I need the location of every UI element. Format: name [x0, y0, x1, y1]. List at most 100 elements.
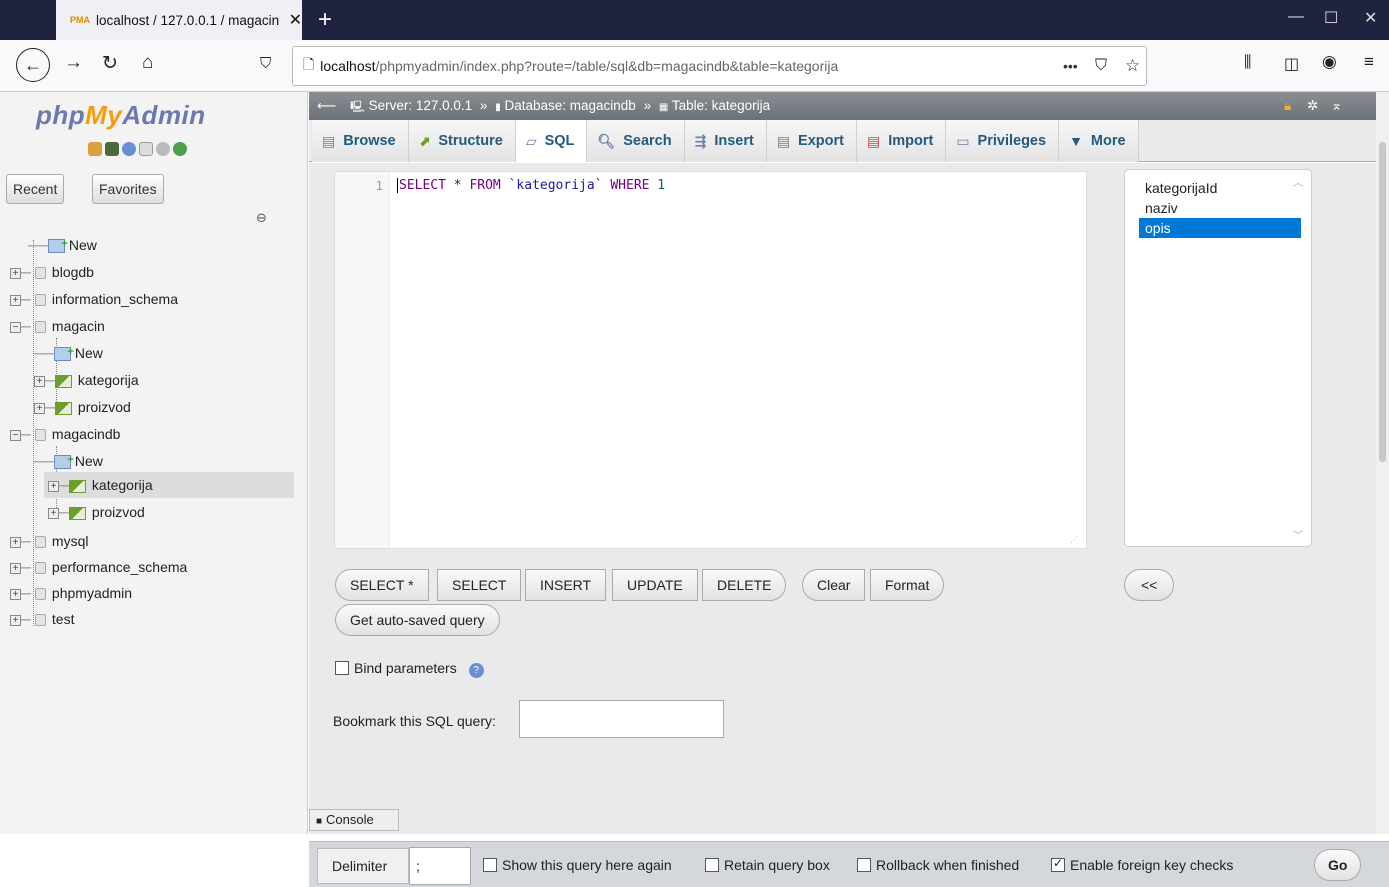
- expand-icon[interactable]: +: [34, 375, 45, 387]
- tree-item-phpmyadmin[interactable]: + ─ phpmyadmin: [10, 580, 132, 606]
- library-icon[interactable]: ⫼: [1244, 54, 1251, 72]
- scroll-down-icon[interactable]: ﹀: [1293, 527, 1303, 542]
- expand-icon[interactable]: +: [48, 480, 59, 492]
- exit-icon[interactable]: [105, 142, 119, 156]
- bookmark-input[interactable]: [519, 700, 724, 738]
- bookmark-star-icon[interactable]: ☆: [1125, 56, 1140, 76]
- tree-item-magacindb-kategorija[interactable]: + ─ kategorija: [44, 472, 294, 498]
- tab-more[interactable]: ▼ More: [1059, 120, 1139, 162]
- help-icon[interactable]: ?: [468, 663, 484, 678]
- expand-icon[interactable]: +: [48, 507, 59, 519]
- show-query-again-option[interactable]: Show this query here again: [483, 857, 672, 873]
- browser-tab[interactable]: PMA localhost / 127.0.0.1 / magacin ✕: [56, 0, 302, 40]
- clear-button[interactable]: Clear: [802, 569, 866, 601]
- menu-icon[interactable]: ≡: [1364, 52, 1374, 72]
- forward-button[interactable]: →: [64, 52, 83, 74]
- settings-icon[interactable]: [156, 142, 170, 156]
- expand-icon[interactable]: +: [10, 294, 21, 306]
- console-toggle[interactable]: ■ Console: [309, 809, 399, 831]
- tab-structure[interactable]: ⬈ Structure: [408, 120, 516, 162]
- select-button[interactable]: SELECT: [437, 569, 522, 601]
- resize-handle-icon[interactable]: ⋰: [1070, 535, 1078, 544]
- expand-icon[interactable]: +: [10, 562, 21, 574]
- columns-list[interactable]: kategorijaId naziv opis ︿ ﹀: [1124, 169, 1312, 547]
- settings-icon[interactable]: ✲: [1307, 92, 1318, 120]
- scrollbar-thumb[interactable]: [1379, 142, 1386, 462]
- tree-item-magacindb-new[interactable]: ──New: [34, 447, 103, 474]
- delimiter-input[interactable]: ;: [409, 847, 471, 885]
- shield-icon[interactable]: ⛉: [260, 55, 271, 72]
- collapse-icon[interactable]: −: [10, 429, 21, 441]
- tree-item-magacindb[interactable]: − ─ magacindb: [10, 421, 120, 447]
- retain-query-box-option[interactable]: Retain query box: [705, 857, 830, 873]
- account-icon[interactable]: ◉: [1322, 52, 1337, 72]
- new-tab-button[interactable]: +: [318, 6, 332, 34]
- delete-button[interactable]: DELETE: [702, 569, 787, 601]
- tab-sql[interactable]: ▱ SQL: [515, 120, 588, 162]
- minimize-button[interactable]: —: [1288, 8, 1304, 26]
- tree-item-magacin-new[interactable]: ──New: [34, 339, 103, 366]
- phpmyadmin-logo[interactable]: phpMyAdmin: [36, 100, 206, 131]
- lock-icon[interactable]: 🔒︎: [1284, 92, 1291, 120]
- scroll-up-icon[interactable]: ︿: [1293, 174, 1303, 189]
- tree-item-information-schema[interactable]: + ─ information_schema: [10, 286, 178, 312]
- help-icon[interactable]: [122, 142, 136, 156]
- collapse-icon[interactable]: −: [10, 321, 21, 333]
- docs-icon[interactable]: [139, 142, 153, 156]
- tree-item-magacindb-proizvod[interactable]: + ─ proizvod: [48, 499, 145, 525]
- bind-parameters-option[interactable]: Bind parameters ?: [335, 660, 484, 678]
- rollback-option[interactable]: Rollback when finished: [857, 857, 1019, 873]
- sql-code[interactable]: SELECT * FROM `kategorija` WHERE 1: [397, 178, 665, 193]
- go-button[interactable]: Go: [1314, 849, 1362, 881]
- expand-icon[interactable]: +: [10, 536, 21, 548]
- tab-privileges[interactable]: ▭ Privileges: [946, 120, 1060, 162]
- insert-column-button[interactable]: <<: [1124, 569, 1175, 601]
- expand-icon[interactable]: +: [10, 267, 21, 279]
- pocket-icon[interactable]: ⛉: [1095, 57, 1107, 75]
- window-close-button[interactable]: ✕: [1364, 8, 1377, 28]
- update-button[interactable]: UPDATE: [612, 569, 698, 601]
- maximize-button[interactable]: ☐: [1324, 8, 1338, 28]
- rollback-checkbox[interactable]: [857, 858, 871, 873]
- page-scrollbar[interactable]: [1376, 92, 1389, 834]
- breadcrumb-server[interactable]: Server: 127.0.0.1: [369, 98, 473, 113]
- expand-icon[interactable]: +: [10, 588, 21, 600]
- tree-item-magacin[interactable]: − ─ magacin: [10, 313, 105, 339]
- format-button[interactable]: Format: [870, 569, 945, 601]
- tab-close-icon[interactable]: ✕: [289, 10, 302, 30]
- home-icon[interactable]: [88, 142, 102, 156]
- select-star-button[interactable]: SELECT *: [335, 569, 429, 601]
- collapse-top-icon[interactable]: ⌅: [1331, 92, 1342, 120]
- home-icon[interactable]: ⌂: [142, 52, 153, 74]
- insert-button[interactable]: INSERT: [525, 569, 607, 601]
- breadcrumb-table[interactable]: Table: kategorija: [672, 98, 770, 113]
- foreign-key-checks-checkbox[interactable]: [1051, 856, 1065, 873]
- reload-nav-icon[interactable]: [173, 142, 187, 156]
- link-icon[interactable]: ⊖: [256, 210, 267, 226]
- favorites-button[interactable]: Favorites: [92, 174, 164, 204]
- tab-browse[interactable]: ▤ Browse: [312, 120, 409, 162]
- tree-item-magacin-kategorija[interactable]: + ─ kategorija: [34, 367, 139, 393]
- url-bar[interactable]: 🗋 localhost/phpmyadmin/index.php?route=/…: [292, 46, 1147, 86]
- column-item[interactable]: naziv: [1139, 198, 1301, 218]
- column-item[interactable]: opis: [1139, 218, 1301, 238]
- recent-button[interactable]: Recent: [6, 174, 65, 204]
- show-query-again-checkbox[interactable]: [483, 858, 497, 873]
- collapse-sidebar-icon[interactable]: ⟵: [317, 98, 336, 113]
- tree-item-test[interactable]: + ─ test: [10, 606, 75, 632]
- expand-icon[interactable]: +: [10, 614, 21, 626]
- tree-item-mysql[interactable]: + ─ mysql: [10, 528, 88, 554]
- retain-query-box-checkbox[interactable]: [705, 858, 719, 873]
- get-auto-saved-query-button[interactable]: Get auto-saved query: [335, 604, 500, 636]
- tree-item-magacin-proizvod[interactable]: + ─ proizvod: [34, 394, 131, 420]
- bind-parameters-checkbox[interactable]: [335, 661, 349, 676]
- tree-item-blogdb[interactable]: + ─ blogdb: [10, 259, 94, 285]
- column-item[interactable]: kategorijaId: [1139, 178, 1301, 198]
- tab-import[interactable]: ▤ Import: [856, 120, 947, 162]
- expand-icon[interactable]: +: [34, 402, 45, 414]
- tree-item-new[interactable]: ──New: [28, 231, 97, 258]
- tab-search[interactable]: 🔍︎ Search: [587, 120, 685, 162]
- foreign-key-checks-option[interactable]: Enable foreign key checks: [1051, 856, 1233, 873]
- sql-editor[interactable]: 1 SELECT * FROM `kategorija` WHERE 1 ⋰: [334, 171, 1087, 549]
- breadcrumb-database[interactable]: Database: magacindb: [504, 98, 635, 113]
